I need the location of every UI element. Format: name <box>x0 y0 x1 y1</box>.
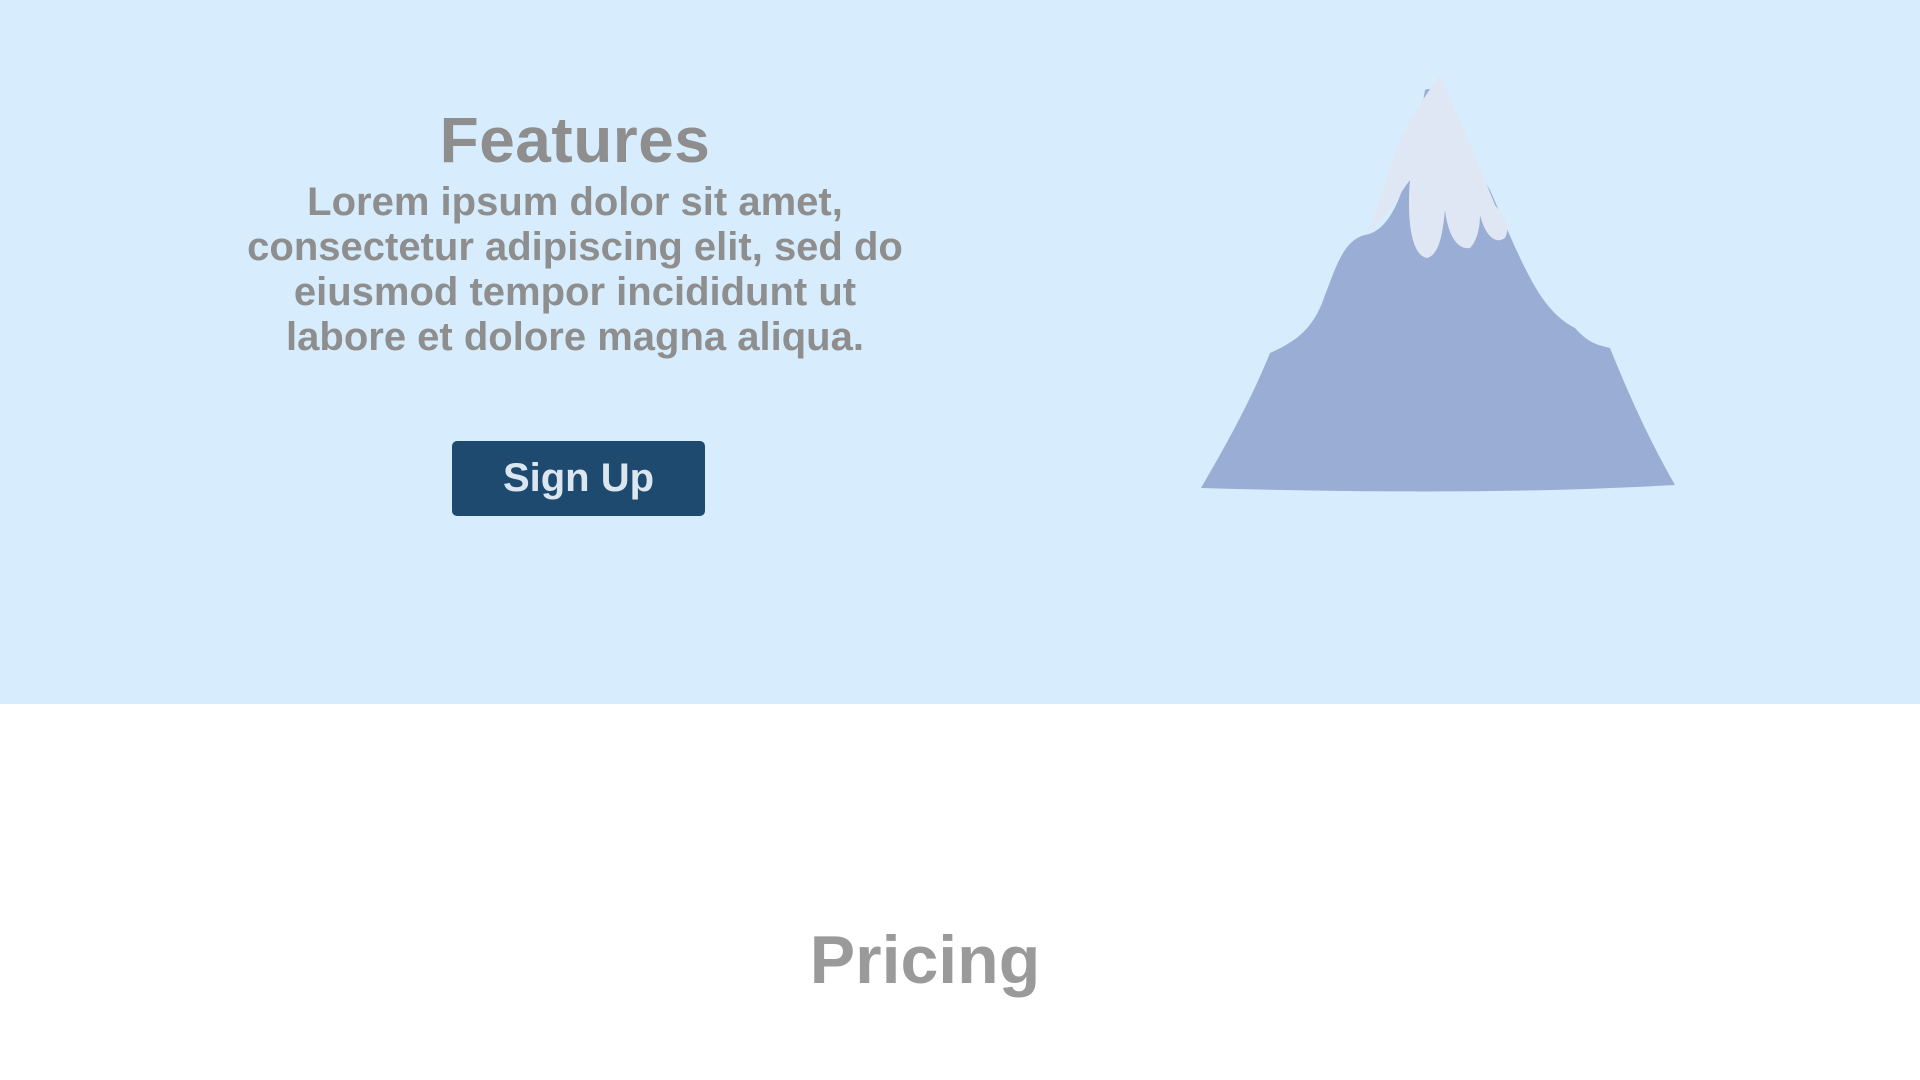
features-title: Features <box>439 104 711 176</box>
features-section: Features Lorem ipsum dolor sit amet, con… <box>0 0 1920 704</box>
sign-up-button[interactable]: Sign Up <box>452 441 705 516</box>
mountain-icon <box>1201 75 1675 492</box>
pricing-title: Pricing <box>809 922 1041 998</box>
features-text-block: Features Lorem ipsum dolor sit amet, con… <box>200 100 950 360</box>
features-description: Lorem ipsum dolor sit amet, consectetur … <box>247 180 903 359</box>
